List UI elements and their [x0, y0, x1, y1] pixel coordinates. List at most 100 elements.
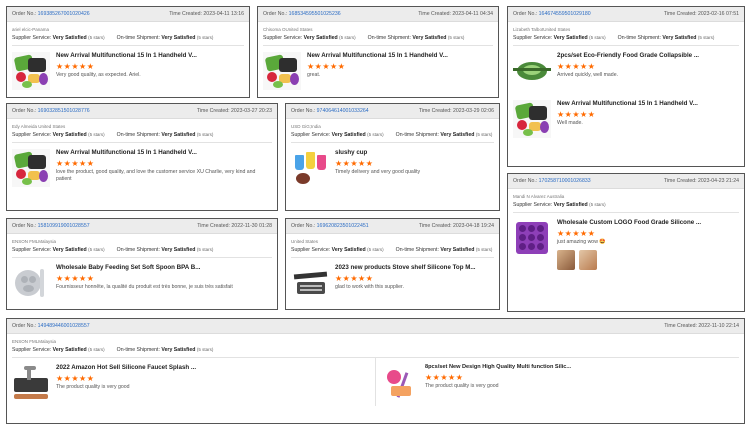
product-title-link[interactable]: Wholesale Custom LOGO Food Grade Silicon…: [557, 219, 739, 226]
product-title-link[interactable]: 2023 new products Stove shelf Silicone T…: [335, 264, 494, 271]
product-title-link[interactable]: New Arrival Multifunctional 15 In 1 Hand…: [307, 52, 493, 59]
review-text: great.: [307, 72, 321, 78]
product-title-link[interactable]: New Arrival Multifunctional 15 In 1 Hand…: [56, 52, 244, 59]
product-title-link[interactable]: 8pcs/set New Design High Quality Multi f…: [425, 364, 739, 370]
review-photo[interactable]: [579, 250, 597, 270]
rating-stars: ★★★★★: [56, 274, 95, 283]
order-number-link[interactable]: 170258710001026833: [539, 178, 591, 184]
rating-stars: ★★★★★: [425, 373, 464, 382]
review-text: Very good quality, as expected. Ariel.: [56, 72, 141, 78]
supplier-service-stars: (5 stars): [88, 35, 105, 40]
supplier-service-value: Very Satisfied: [331, 132, 366, 138]
supplier-service-value: Very Satisfied: [52, 132, 87, 138]
review-card: Order No.: 164674559501029180 Time Creat…: [507, 6, 745, 167]
ontime-shipment-stars: (5 stars): [475, 132, 493, 137]
ontime-shipment-value: Very Satisfied: [161, 35, 196, 41]
time-created: 2023-04-23 21:24: [698, 178, 739, 184]
supplier-service-value: Very Satisfied: [553, 35, 588, 41]
review-text: love the product, good quality, and love…: [56, 169, 256, 182]
order-number-link[interactable]: 974064614001033264: [317, 108, 369, 114]
review-photos: [557, 250, 739, 270]
product-thumbnail-vegetable-chopper[interactable]: [12, 52, 50, 90]
order-number-link[interactable]: 169385267001020426: [38, 11, 90, 17]
supplier-service-value: Very Satisfied: [52, 35, 87, 41]
ontime-shipment-value: Very Satisfied: [161, 347, 196, 353]
ontime-shipment-stars: (5 stars): [475, 247, 493, 252]
card-header: Order No.: 149489446001028557 Time Creat…: [7, 319, 744, 334]
ontime-shipment-label: On-time Shipment:: [116, 247, 160, 253]
order-label: Order No.:: [12, 108, 37, 114]
service-ratings: Supplier Service: Very Satisfied (5 star…: [286, 129, 499, 138]
product-title-link[interactable]: 2pcs/set Eco-Friendly Food Grade Collaps…: [557, 52, 739, 59]
supplier-service-stars: (5 stars): [589, 202, 606, 207]
product-title-link[interactable]: New Arrival Multifunctional 15 In 1 Hand…: [557, 100, 739, 107]
order-number-link[interactable]: 169620823501022451: [317, 223, 369, 229]
product-review: 2pcs/set Eco-Friendly Food Grade Collaps…: [508, 46, 744, 94]
ontime-shipment-stars: (5 stars): [196, 132, 214, 137]
product-thumbnail-vegetable-chopper[interactable]: [513, 100, 551, 138]
review-text: The product quality is very good: [56, 384, 130, 390]
ontime-shipment-stars: (5 stars): [196, 247, 214, 252]
rating-stars: ★★★★★: [335, 159, 374, 168]
time-label: Time Created:: [169, 11, 202, 17]
card-header: Order No.: 164674559501029180 Time Creat…: [508, 7, 744, 22]
product-review: Wholesale Custom LOGO Food Grade Silicon…: [508, 213, 744, 274]
time-created: 2023-03-27 20:23: [231, 108, 272, 114]
product-thumbnail-baby-feeding-set[interactable]: [12, 264, 50, 302]
card-header: Order No.: 169032851501028776 Time Creat…: [7, 104, 277, 119]
time-label: Time Created:: [197, 223, 230, 229]
product-thumbnail-vegetable-chopper[interactable]: [263, 52, 301, 90]
service-ratings: Supplier Service: Very Satisfied (5 star…: [508, 32, 744, 41]
product-thumbnail-stove-shelf[interactable]: [291, 264, 329, 302]
service-ratings: Supplier Service: Very Satisfied (5 star…: [258, 32, 498, 41]
product-thumbnail-utensil-set[interactable]: [381, 364, 419, 402]
order-label: Order No.:: [291, 108, 316, 114]
rating-stars: ★★★★★: [56, 374, 95, 383]
product-review: 2022 Amazon Hot Sell Silicone Faucet Spl…: [7, 358, 376, 406]
product-title-link[interactable]: slushy cup: [335, 149, 494, 156]
ontime-shipment-label: On-time Shipment:: [116, 347, 160, 353]
time-created: 2023-03-29 02:06: [453, 108, 494, 114]
supplier-service-label: Supplier Service:: [12, 347, 52, 353]
product-thumbnail-faucet-splash-mat[interactable]: [12, 364, 50, 402]
ontime-shipment-stars: (5 stars): [447, 35, 465, 40]
buyer-info: ENSON FMLMalaysia: [12, 339, 57, 344]
rating-stars: ★★★★★: [56, 62, 95, 71]
order-number-link[interactable]: 158109919001028557: [38, 223, 90, 229]
review-text: Fournisseur honnête, la qualité du produ…: [56, 284, 233, 290]
order-number-link[interactable]: 169032851501028776: [38, 108, 90, 114]
supplier-service-stars: (5 stars): [339, 35, 356, 40]
review-photo[interactable]: [557, 250, 575, 270]
order-number-link[interactable]: 168534595501025236: [289, 11, 341, 17]
time-created: 2022-11-30 01:28: [231, 223, 272, 229]
service-ratings: Supplier Service: Very Satisfied (5 star…: [508, 199, 744, 208]
time-label: Time Created:: [663, 178, 697, 184]
product-review: New Arrival Multifunctional 15 In 1 Hand…: [7, 143, 277, 191]
product-title-link[interactable]: Wholesale Baby Feeding Set Soft Spoon BP…: [56, 264, 272, 271]
product-thumbnail-collapsible-bowl[interactable]: [513, 52, 551, 90]
product-thumbnail-slushy-cup[interactable]: [291, 149, 329, 187]
review-text: just amazing wow 🤩: [557, 239, 606, 245]
product-title-link[interactable]: New Arrival Multifunctional 15 In 1 Hand…: [56, 149, 272, 156]
order-number-link[interactable]: 164674559501029180: [539, 11, 591, 17]
order-label: Order No.:: [513, 11, 538, 17]
buyer-info: Mandi N Alvarez Australia: [513, 194, 565, 199]
supplier-service-stars: (5 stars): [88, 347, 105, 352]
product-review: New Arrival Multifunctional 15 In 1 Hand…: [508, 94, 744, 142]
product-thumbnail-vegetable-chopper[interactable]: [12, 149, 50, 187]
supplier-service-value: Very Satisfied: [52, 347, 87, 353]
service-ratings: Supplier Service: Very Satisfied (5 star…: [286, 244, 499, 253]
order-label: Order No.:: [263, 11, 288, 17]
rating-stars: ★★★★★: [557, 62, 596, 71]
order-number-link[interactable]: 149489446001028557: [38, 323, 90, 329]
card-header: Order No.: 168534595501025236 Time Creat…: [258, 7, 498, 22]
supplier-service-label: Supplier Service:: [263, 35, 303, 41]
ontime-shipment-value: Very Satisfied: [161, 132, 196, 138]
ontime-shipment-value: Very Satisfied: [412, 35, 447, 41]
card-header: Order No.: 169620823501022451 Time Creat…: [286, 219, 499, 234]
ontime-shipment-value: Very Satisfied: [662, 35, 697, 41]
product-title-link[interactable]: 2022 Amazon Hot Sell Silicone Faucet Spl…: [56, 364, 370, 371]
product-review: Wholesale Baby Feeding Set Soft Spoon BP…: [7, 258, 277, 306]
rating-stars: ★★★★★: [335, 274, 374, 283]
product-thumbnail-silicone-mold[interactable]: [513, 219, 551, 257]
